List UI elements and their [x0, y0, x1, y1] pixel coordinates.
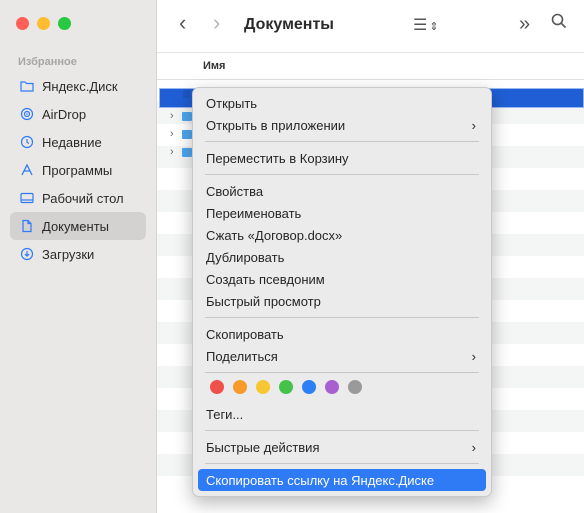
menu-item-move-to-trash[interactable]: Переместить в Корзину [198, 147, 486, 169]
menu-item-tags[interactable]: Теги... [198, 403, 486, 425]
context-menu: Открыть Открыть в приложении › Переместит… [192, 87, 492, 497]
submenu-chevron-icon: › [471, 117, 476, 133]
folder-row[interactable]: › [170, 125, 192, 143]
sidebar-list: Яндекс.Диск AirDrop Недавние Программы Р… [10, 72, 146, 268]
menu-separator [205, 141, 479, 142]
finder-window: Избранное Яндекс.Диск AirDrop Недавние П… [0, 0, 584, 513]
sidebar-item-label: Недавние [42, 134, 102, 150]
menu-item-label: Создать псевдоним [206, 271, 325, 287]
menu-item-label: Теги... [206, 406, 244, 422]
menu-item-get-info[interactable]: Свойства [198, 180, 486, 202]
menu-item-label: Свойства [206, 183, 264, 199]
menu-separator [205, 463, 479, 464]
submenu-chevron-icon: › [471, 439, 476, 455]
menu-item-open-with[interactable]: Открыть в приложении › [198, 114, 486, 136]
sidebar-item-applications[interactable]: Программы [10, 156, 146, 184]
tag-green[interactable] [279, 380, 293, 394]
menu-separator [205, 430, 479, 431]
clock-icon [20, 135, 34, 149]
menu-separator [205, 174, 479, 175]
more-toolbar-button[interactable]: » [519, 13, 530, 36]
menu-item-label: Переместить в Корзину [206, 150, 349, 166]
word-file-icon [183, 90, 190, 98]
search-icon [551, 13, 567, 29]
sidebar-item-downloads[interactable]: Загрузки [10, 240, 146, 268]
menu-item-label: Переименовать [206, 205, 302, 221]
apps-icon [20, 163, 34, 177]
column-name[interactable]: Имя [203, 60, 225, 72]
folder-row[interactable]: › [170, 107, 192, 125]
menu-item-make-alias[interactable]: Создать псевдоним [198, 268, 486, 290]
download-icon [20, 247, 34, 261]
tag-orange[interactable] [233, 380, 247, 394]
menu-item-share[interactable]: Поделиться › [198, 345, 486, 367]
sidebar-item-label: Загрузки [42, 246, 95, 262]
window-title: Документы [244, 16, 334, 33]
menu-item-quick-actions[interactable]: Быстрые действия › [198, 436, 486, 458]
menu-item-label: Поделиться [206, 348, 278, 364]
tag-purple[interactable] [325, 380, 339, 394]
document-icon [20, 219, 34, 233]
menu-item-label: Дублировать [206, 249, 285, 265]
zoom-button[interactable] [58, 17, 71, 30]
menu-separator [205, 317, 479, 318]
submenu-chevron-icon: › [471, 348, 476, 364]
menu-item-duplicate[interactable]: Дублировать [198, 246, 486, 268]
sidebar-item-label: Рабочий стол [42, 190, 124, 206]
sidebar-item-label: Яндекс.Диск [42, 78, 118, 94]
close-button[interactable] [16, 17, 29, 30]
updown-icon: ⇕ [429, 21, 439, 33]
tag-gray[interactable] [348, 380, 362, 394]
folder-rows: › › › [170, 107, 192, 161]
toolbar: ‹ › Документы ☰ ⇕ » [157, 0, 584, 53]
sidebar-item-label: Документы [42, 218, 110, 234]
menu-item-compress[interactable]: Сжать «Договор.docx» [198, 224, 486, 246]
menu-item-label: Сжать «Договор.docx» [206, 227, 343, 243]
disclosure-chevron-icon[interactable]: › [170, 110, 182, 122]
folder-icon [182, 147, 192, 157]
menu-separator [205, 372, 479, 373]
menu-item-label: Скопировать [206, 326, 284, 342]
sidebar-item-documents[interactable]: Документы [10, 212, 146, 240]
forward-button[interactable]: › [213, 10, 220, 36]
sidebar-item-desktop[interactable]: Рабочий стол [10, 184, 146, 212]
menu-item-copy-yandex-link[interactable]: Скопировать ссылку на Яндекс.Диске [198, 469, 486, 491]
menu-item-label: Открыть в приложении [206, 117, 346, 133]
airdrop-icon [20, 107, 34, 121]
column-header: Имя [157, 53, 584, 80]
folder-row[interactable]: › [170, 143, 192, 161]
sidebar-item-yandex-disk[interactable]: Яндекс.Диск [10, 72, 146, 100]
view-options-button[interactable]: ☰ ⇕ [413, 15, 439, 35]
sidebar-item-airdrop[interactable]: AirDrop [10, 100, 146, 128]
tag-yellow[interactable] [256, 380, 270, 394]
menu-item-label: Быстрый просмотр [206, 293, 321, 309]
sidebar-item-label: AirDrop [42, 106, 87, 122]
back-button[interactable]: ‹ [179, 10, 186, 36]
disclosure-chevron-icon[interactable]: › [170, 128, 182, 140]
list-view-icon: ☰ [413, 17, 428, 34]
search-button[interactable] [551, 13, 567, 34]
folder-icon [182, 129, 192, 139]
disclosure-chevron-icon[interactable]: › [170, 146, 182, 158]
folder-icon [182, 111, 192, 121]
tag-blue[interactable] [302, 380, 316, 394]
tag-colors [210, 380, 362, 394]
folder-icon [20, 79, 34, 93]
menu-item-open[interactable]: Открыть [198, 92, 486, 114]
menu-item-rename[interactable]: Переименовать [198, 202, 486, 224]
favorites-header: Избранное [18, 56, 77, 68]
window-controls [16, 17, 71, 30]
sidebar-item-recents[interactable]: Недавние [10, 128, 146, 156]
menu-item-quick-look[interactable]: Быстрый просмотр [198, 290, 486, 312]
menu-item-label: Скопировать ссылку на Яндекс.Диске [206, 472, 435, 488]
minimize-button[interactable] [37, 17, 50, 30]
tag-red[interactable] [210, 380, 224, 394]
sidebar: Избранное Яндекс.Диск AirDrop Недавние П… [0, 0, 157, 513]
menu-item-copy[interactable]: Скопировать [198, 323, 486, 345]
menu-item-label: Быстрые действия [206, 439, 320, 455]
menu-item-label: Открыть [206, 95, 258, 111]
sidebar-item-label: Программы [42, 162, 113, 178]
desktop-icon [20, 191, 34, 205]
